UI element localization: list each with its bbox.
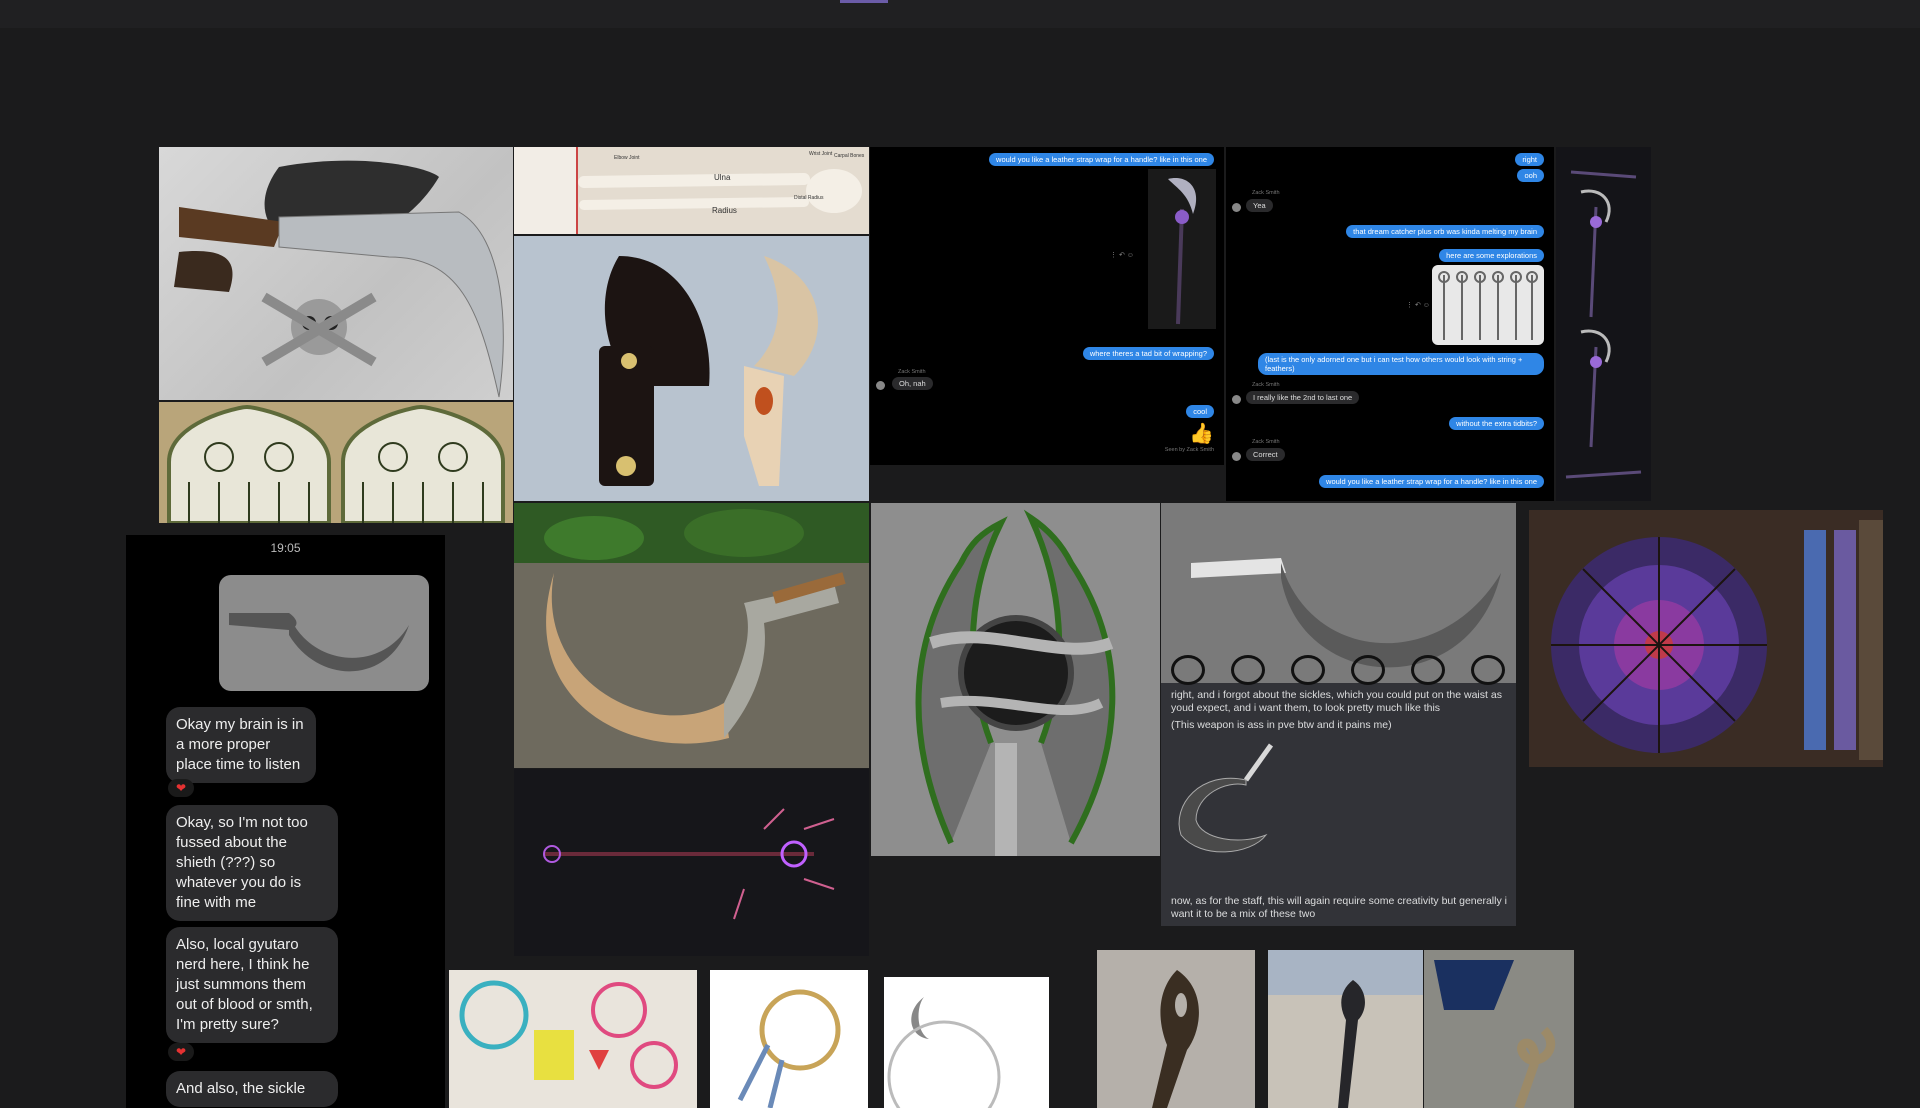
beach-staff-illustration — [1268, 950, 1423, 1108]
chat2-message-5: (last is the only adorned one but i can … — [1258, 353, 1544, 375]
chair-staff-illustration — [1434, 960, 1556, 1108]
discord-message-2: (This weapon is ass in pve btw and it pa… — [1171, 719, 1392, 731]
staff-renders-illustration — [1565, 170, 1642, 479]
discord-message-3: now, as for the staff, this will again r… — [1171, 895, 1507, 920]
chat2-message-6: without the extra tidbits? — [1449, 417, 1544, 430]
chat1-message-3: cool — [1186, 405, 1214, 418]
dreamcatcher-feathers-illustration — [737, 989, 841, 1108]
chat2-sender-name-3: Zack Smith — [1252, 439, 1280, 445]
image-dark-staff[interactable] — [514, 769, 869, 956]
chat1-staff-image[interactable] — [1148, 169, 1216, 329]
discord-weapon-image[interactable] — [1171, 735, 1291, 863]
label-distal: Distal Radius — [794, 195, 824, 201]
image-gothic-windows[interactable] — [159, 402, 513, 523]
chat2-message-2: ooh — [1517, 169, 1544, 182]
phone-chat-screenshot[interactable]: 19:05 Okay my brain is in a more proper … — [126, 535, 445, 1108]
image-beach-staff[interactable] — [1268, 950, 1423, 1108]
chat1-message-1: would you like a leather strap wrap for … — [989, 153, 1214, 166]
sickle-render-illustration — [1191, 558, 1501, 668]
ring-decoration — [1471, 655, 1505, 685]
moodboard-canvas: Ulna Radius Elbow Joint Wrist Joint Dist… — [0, 28, 1920, 1108]
moon-dreamcatcher-illustration — [887, 997, 1001, 1108]
sickle-log-illustration — [514, 503, 869, 768]
explorations-sketch — [1438, 271, 1538, 340]
image-dreamcatcher-feathers[interactable] — [710, 970, 868, 1108]
ring-decoration — [1171, 655, 1205, 685]
image-dreamcatcher-moon[interactable] — [884, 977, 1049, 1108]
chat2-explorations-image[interactable] — [1432, 265, 1544, 345]
sickle-sheath-illustration — [599, 256, 818, 486]
ring-decoration — [1291, 655, 1325, 685]
dark-staff-illustration — [543, 808, 835, 920]
image-kukri-skull[interactable] — [159, 147, 513, 400]
image-sickle-log[interactable] — [514, 503, 869, 768]
chat1-seen-status: Seen by Zack Smith — [1164, 447, 1214, 453]
chat-screenshot-2[interactable]: right ooh Zack Smith Yea that dream catc… — [1226, 147, 1554, 501]
image-cathedral-rose-window[interactable] — [1529, 510, 1883, 767]
chat2-sender-name-2: Zack Smith — [1252, 382, 1280, 388]
image-wooden-staff[interactable] — [1097, 950, 1255, 1108]
chat2-reply-2: I really like the 2nd to last one — [1246, 391, 1360, 404]
discord-message-1: right, and i forgot about the sickles, w… — [1171, 689, 1502, 714]
wooden-staff-illustration — [1152, 970, 1199, 1108]
chat2-avatar-1 — [1232, 203, 1241, 212]
heart-reaction-icon: ❤ — [168, 779, 194, 797]
ring-decoration — [1411, 655, 1445, 685]
chat1-reaction-icons[interactable]: ⋮ ↶ ☺ — [1110, 251, 1134, 259]
label-radius: Radius — [712, 206, 737, 215]
phone-bubble-2: Okay, so I'm not too fussed about the sh… — [166, 805, 338, 921]
staff-thumbnail — [1168, 178, 1197, 325]
active-tab-indicator[interactable] — [840, 0, 888, 3]
rose-window-illustration — [1551, 520, 1883, 760]
chat2-sender-name-1: Zack Smith — [1252, 190, 1280, 196]
ring-decoration — [1351, 655, 1385, 685]
staff-head-sketch-illustration — [915, 509, 1116, 856]
top-bar — [0, 0, 1920, 28]
phone-time: 19:05 — [270, 541, 301, 555]
sickle-sketch — [229, 613, 409, 672]
label-wrist: Wrist Joint — [809, 151, 833, 157]
image-staff-renders[interactable] — [1556, 147, 1651, 501]
image-chair-staff[interactable] — [1424, 950, 1574, 1108]
phone-bubble-3: Also, local gyutaro nerd here, I think h… — [166, 927, 338, 1043]
discord-message-panel[interactable]: right, and i forgot about the sickles, w… — [1161, 503, 1516, 926]
chat2-message-7: would you like a leather strap wrap for … — [1319, 475, 1544, 488]
image-sickle-sheath[interactable] — [514, 236, 869, 501]
kukri-illustration — [174, 160, 504, 398]
chat1-reply-1: Oh, nah — [892, 377, 933, 390]
ring-decoration — [1231, 655, 1265, 685]
dreamcatchers-illustration — [459, 980, 678, 1089]
label-ulna: Ulna — [714, 173, 731, 182]
chat2-avatar-3 — [1232, 452, 1241, 461]
chat2-reply-1: Yea — [1246, 199, 1273, 212]
image-dreamcatchers-colorful[interactable] — [449, 970, 697, 1108]
discord-sickle-render[interactable] — [1161, 503, 1516, 685]
weapon-illustration — [1178, 743, 1274, 853]
chat1-message-2: where theres a tad bit of wrapping? — [1082, 347, 1214, 360]
label-elbow: Elbow Joint — [614, 155, 640, 161]
label-carpal: Carpal Bones — [834, 153, 865, 159]
phone-bubble-1: Okay my brain is in a more proper place … — [166, 707, 316, 783]
chat2-avatar-2 — [1232, 395, 1241, 404]
chat2-message-3: that dream catcher plus orb was kinda me… — [1346, 225, 1544, 238]
image-staff-head-sketch[interactable] — [871, 503, 1160, 856]
chat2-reaction-icons[interactable]: ⋮ ↶ ☺ — [1406, 301, 1430, 309]
chat2-message-1: right — [1515, 153, 1544, 166]
chat-screenshot-1[interactable]: would you like a leather strap wrap for … — [870, 147, 1224, 465]
bones-illustration — [578, 169, 862, 213]
chat2-reply-3: Correct — [1246, 448, 1285, 461]
thumbs-up-icon: 👍 — [1189, 423, 1214, 445]
heart-reaction-icon: ❤ — [168, 1043, 194, 1061]
chat1-avatar — [876, 381, 885, 390]
phone-sickle-image[interactable] — [219, 575, 429, 691]
gothic-windows-illustration — [167, 404, 505, 523]
chat2-message-4: here are some explorations — [1439, 249, 1544, 262]
chat1-sender-name: Zack Smith — [898, 369, 926, 375]
phone-bubble-4: And also, the sickle — [166, 1071, 338, 1107]
image-arm-bones[interactable]: Ulna Radius Elbow Joint Wrist Joint Dist… — [514, 147, 869, 234]
